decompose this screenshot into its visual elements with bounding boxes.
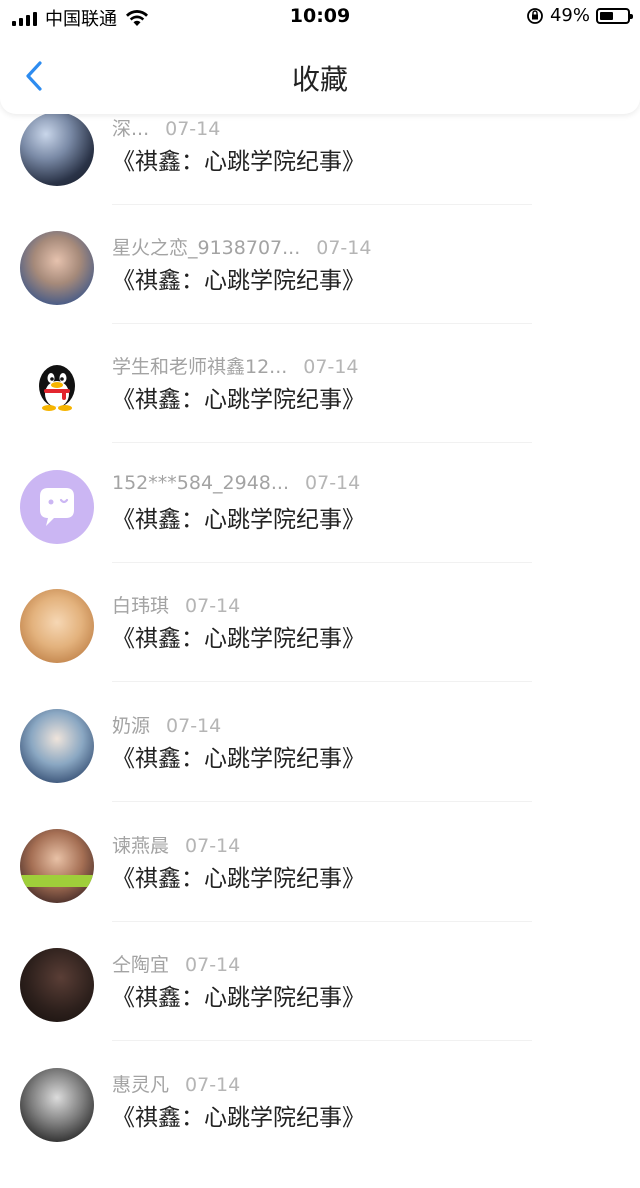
battery-icon xyxy=(596,7,633,24)
story-title[interactable]: 《祺鑫：心跳学院纪事》 xyxy=(112,261,365,295)
divider xyxy=(112,562,532,563)
divider xyxy=(112,801,532,802)
author-name: 星火之恋_9138707... xyxy=(112,237,301,259)
author-line: 白玮琪 07-14 xyxy=(112,591,240,618)
divider xyxy=(112,681,532,682)
list-item[interactable]: 谏燕晨 07-14 《祺鑫：心跳学院纪事》 xyxy=(0,829,640,949)
status-bar: 中国联通 10:09 49% xyxy=(0,0,640,34)
story-title[interactable]: 《祺鑫：心跳学院纪事》 xyxy=(112,380,365,414)
divider xyxy=(112,442,532,443)
item-date: 07-14 xyxy=(166,715,222,737)
list-item[interactable]: 惠灵凡 07-14 《祺鑫：心跳学院纪事》 xyxy=(0,1068,640,1188)
avatar[interactable] xyxy=(20,470,94,544)
item-date: 07-14 xyxy=(185,595,241,617)
chat-bubble-face-icon xyxy=(40,488,74,526)
avatar[interactable] xyxy=(20,829,94,903)
list-item[interactable]: 152***584_2948... 07-14 《祺鑫：心跳学院纪事》 xyxy=(0,470,640,590)
list-item[interactable]: 奶源 07-14 《祺鑫：心跳学院纪事》 xyxy=(0,709,640,829)
divider xyxy=(112,921,532,922)
author-line: 星火之恋_9138707... 07-14 xyxy=(112,233,371,260)
author-name: 谏燕晨 xyxy=(112,835,170,857)
penguin-icon xyxy=(39,365,75,411)
author-line: 仝陶宜 07-14 xyxy=(112,950,240,977)
author-name: 152***584_2948... xyxy=(112,472,290,494)
page-title: 收藏 xyxy=(291,63,348,96)
navigation-bar: 收藏 xyxy=(0,34,640,114)
divider xyxy=(112,1040,532,1041)
item-date: 07-14 xyxy=(165,118,221,140)
story-title[interactable]: 《祺鑫：心跳学院纪事》 xyxy=(112,1098,365,1132)
item-date: 07-14 xyxy=(185,835,241,857)
item-date: 07-14 xyxy=(185,954,241,976)
author-line: 学生和老师祺鑫12... 07-14 xyxy=(112,352,359,379)
avatar[interactable] xyxy=(20,709,94,783)
author-line: 152***584_2948... 07-14 xyxy=(112,472,360,494)
avatar[interactable] xyxy=(20,589,94,663)
story-title[interactable]: 《祺鑫：心跳学院纪事》 xyxy=(112,500,365,534)
story-title[interactable]: 《祺鑫：心跳学院纪事》 xyxy=(112,859,365,893)
item-date: 07-14 xyxy=(303,356,359,378)
avatar[interactable] xyxy=(20,231,94,305)
avatar[interactable] xyxy=(20,1068,94,1142)
list-item[interactable]: 深... 07-14 《祺鑫：心跳学院纪事》 xyxy=(0,112,640,232)
author-name: 仝陶宜 xyxy=(112,954,170,976)
avatar-banner xyxy=(20,875,94,887)
list-item[interactable]: 学生和老师祺鑫12... 07-14 《祺鑫：心跳学院纪事》 xyxy=(0,350,640,470)
author-name: 深... xyxy=(112,118,150,140)
author-name: 白玮琪 xyxy=(112,595,170,617)
battery-fill xyxy=(600,11,613,20)
author-line: 谏燕晨 07-14 xyxy=(112,831,240,858)
author-name: 奶源 xyxy=(112,715,151,737)
author-line: 惠灵凡 07-14 xyxy=(112,1070,240,1097)
list-item[interactable]: 仝陶宜 07-14 《祺鑫：心跳学院纪事》 xyxy=(0,948,640,1068)
avatar[interactable] xyxy=(20,948,94,1022)
battery-percent: 49% xyxy=(549,5,590,26)
story-title[interactable]: 《祺鑫：心跳学院纪事》 xyxy=(112,739,365,773)
divider xyxy=(112,204,532,205)
item-date: 07-14 xyxy=(185,1074,241,1096)
story-title[interactable]: 《祺鑫：心跳学院纪事》 xyxy=(112,619,365,653)
story-title[interactable]: 《祺鑫：心跳学院纪事》 xyxy=(112,978,365,1012)
item-date: 07-14 xyxy=(316,237,372,259)
avatar[interactable] xyxy=(20,350,94,424)
avatar[interactable] xyxy=(20,112,94,186)
divider xyxy=(112,323,532,324)
author-line: 深... 07-14 xyxy=(112,114,220,141)
item-date: 07-14 xyxy=(305,472,361,494)
author-name: 学生和老师祺鑫12... xyxy=(112,356,288,378)
status-right: 49% xyxy=(526,5,633,26)
list-item[interactable]: 星火之恋_9138707... 07-14 《祺鑫：心跳学院纪事》 xyxy=(0,231,640,351)
list-item[interactable]: 白玮琪 07-14 《祺鑫：心跳学院纪事》 xyxy=(0,589,640,709)
author-name: 惠灵凡 xyxy=(112,1074,170,1096)
story-title[interactable]: 《祺鑫：心跳学院纪事》 xyxy=(112,142,365,176)
author-line: 奶源 07-14 xyxy=(112,711,221,738)
orientation-lock-icon xyxy=(527,7,543,24)
